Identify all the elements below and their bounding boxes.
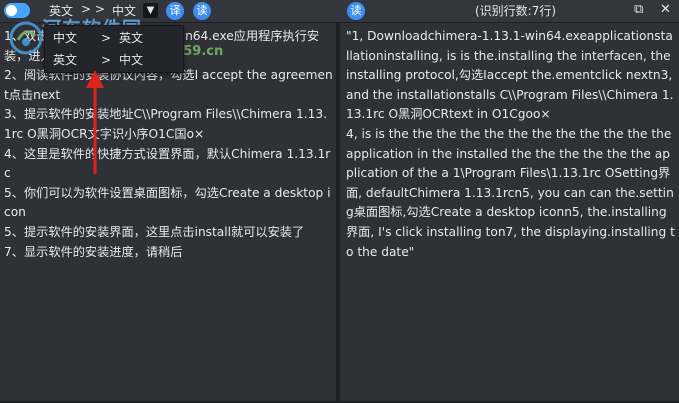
annotation-arrow-icon <box>86 70 104 174</box>
read-aloud-right-button[interactable]: 读 <box>347 2 365 20</box>
translation-pane[interactable]: "1, Downloadchimera-1.13.1-win64.exeappl… <box>340 23 679 401</box>
pin-icon[interactable]: ⧉ <box>634 2 643 17</box>
option-from-label: 中文 <box>53 31 78 45</box>
translation-text[interactable]: "1, Downloadchimera-1.13.1-win64.exeappl… <box>346 27 676 262</box>
option-to-label: 英文 <box>119 31 144 45</box>
dropdown-option-zh-en[interactable]: 中文 > 英文 <box>45 27 183 49</box>
option-arrow: > <box>101 31 112 45</box>
language-dropdown-menu: 中文 > 英文 英文 > 中文 <box>44 25 184 73</box>
ocr-text-pane[interactable]: 1、双击打开Chimera-1.13.1-win64.exe应用程序执行安装，进… <box>0 23 336 401</box>
option-to-label: 中文 <box>119 53 144 67</box>
option-from-label: 英文 <box>53 53 78 67</box>
option-arrow: > <box>101 53 112 67</box>
dropdown-option-en-zh[interactable]: 英文 > 中文 <box>45 49 183 71</box>
watermark-logo-icon <box>9 21 43 55</box>
close-icon[interactable]: ✕ <box>660 2 671 17</box>
line-count-label: (识别行数:7行) <box>475 4 557 18</box>
